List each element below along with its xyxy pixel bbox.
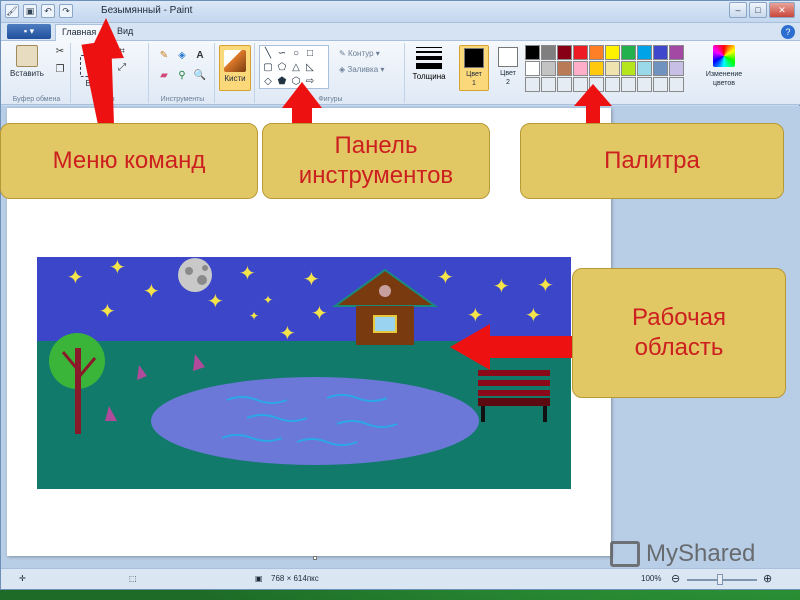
callout-tools-panel: Панель инструментов (262, 123, 490, 199)
watermark-logo-icon (610, 541, 640, 567)
arrow-command-menu-head (86, 18, 124, 60)
watermark-text: MyShared (646, 540, 756, 567)
callout-command-menu: Меню команд (0, 123, 258, 199)
callout-palette: Палитра (520, 123, 784, 199)
callout-workspace: Рабочая область (572, 268, 786, 398)
